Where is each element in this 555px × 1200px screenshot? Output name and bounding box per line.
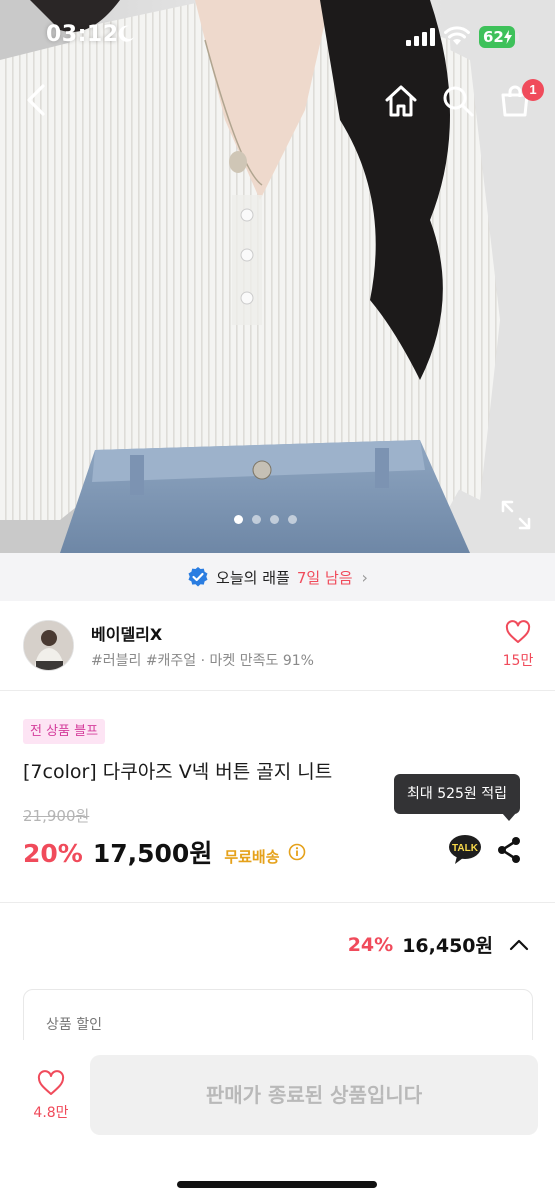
battery-tip <box>516 33 519 41</box>
status-bar: 03:12 62 <box>0 0 555 72</box>
svg-text:TALK: TALK <box>452 843 479 854</box>
chevron-right-icon: › <box>361 567 368 587</box>
sold-out-button[interactable]: 판매가 종료된 상품입니다 <box>90 1055 538 1135</box>
home-icon <box>385 85 417 117</box>
share-icon <box>498 837 520 863</box>
home-button[interactable] <box>381 81 421 121</box>
cart-badge: 1 <box>522 79 544 101</box>
cellular-signal-icon <box>406 28 435 46</box>
kakao-talk-button[interactable]: TALK <box>448 834 482 870</box>
points-tooltip: 최대 525원 적립 <box>394 774 521 814</box>
price-row: 20% 17,500원 무료배송 <box>23 834 306 870</box>
sale-price: 17,500원 <box>92 839 213 868</box>
seller-section[interactable]: 베이델리X #러블리 #캐주얼 · 마켓 만족도 91% 15만 <box>0 601 555 691</box>
battery-indicator: 62 <box>479 26 515 48</box>
raffle-remaining: 7일 남음 <box>296 568 353 587</box>
status-time: 03:12 <box>46 22 119 47</box>
back-button[interactable] <box>16 80 56 120</box>
sale-badge: 전 상품 블프 <box>23 719 106 744</box>
chevron-up-icon <box>509 939 529 950</box>
gallery-dot[interactable] <box>270 515 279 524</box>
search-icon <box>443 86 474 117</box>
moon-icon <box>118 25 134 42</box>
product-like-button[interactable]: 4.8만 <box>28 1070 74 1122</box>
charging-bolt-icon <box>504 30 512 44</box>
original-price: 21,900원 <box>23 807 90 825</box>
verified-icon <box>188 567 208 587</box>
seller-avatar[interactable] <box>23 620 74 671</box>
heart-icon <box>37 1070 65 1095</box>
discount-rate: 20% <box>23 839 83 868</box>
share-button[interactable] <box>494 834 526 870</box>
heart-icon <box>505 620 531 643</box>
raffle-banner[interactable]: 오늘의 래플 7일 남음 › <box>0 553 555 601</box>
tooltip-arrow <box>502 813 516 821</box>
free-shipping-label: 무료배송 <box>224 848 280 866</box>
seller-like-button[interactable]: 15만 <box>498 620 538 670</box>
avatar-image <box>24 621 73 670</box>
section-divider <box>0 902 555 903</box>
product-title: [7color] 다쿠아즈 V넥 버튼 골지 니트 <box>23 761 333 783</box>
battery-level: 62 <box>483 28 504 46</box>
bottom-action-bar: 4.8만 판매가 종료된 상품입니다 <box>0 1040 555 1200</box>
gallery-dot[interactable] <box>234 515 243 524</box>
product-image-gallery[interactable]: 03:12 62 1 <box>0 0 555 553</box>
gallery-dot[interactable] <box>252 515 261 524</box>
raffle-text: 오늘의 래플 <box>216 568 290 587</box>
seller-tags: #러블리 #캐주얼 · 마켓 만족도 91% <box>91 653 314 669</box>
discount-section-label: 상품 할인 <box>46 1017 102 1033</box>
best-price: 16,450원 <box>402 935 493 957</box>
expand-icon <box>501 500 531 530</box>
shipping-info-button[interactable] <box>288 843 306 861</box>
expand-image-button[interactable] <box>499 498 533 536</box>
product-like-count: 4.8만 <box>33 1105 69 1121</box>
wifi-icon <box>444 26 470 45</box>
search-button[interactable] <box>438 81 478 121</box>
best-price-toggle[interactable]: 24% 16,450원 <box>348 931 529 958</box>
gallery-pagination <box>234 515 297 524</box>
info-icon <box>288 843 305 861</box>
seller-like-count: 15만 <box>502 653 534 669</box>
gallery-dot[interactable] <box>288 515 297 524</box>
home-indicator <box>177 1181 377 1188</box>
kakao-talk-icon: TALK <box>449 835 481 864</box>
back-icon <box>27 84 45 116</box>
best-discount-rate: 24% <box>347 933 394 956</box>
seller-name[interactable]: 베이델리X <box>91 621 162 645</box>
